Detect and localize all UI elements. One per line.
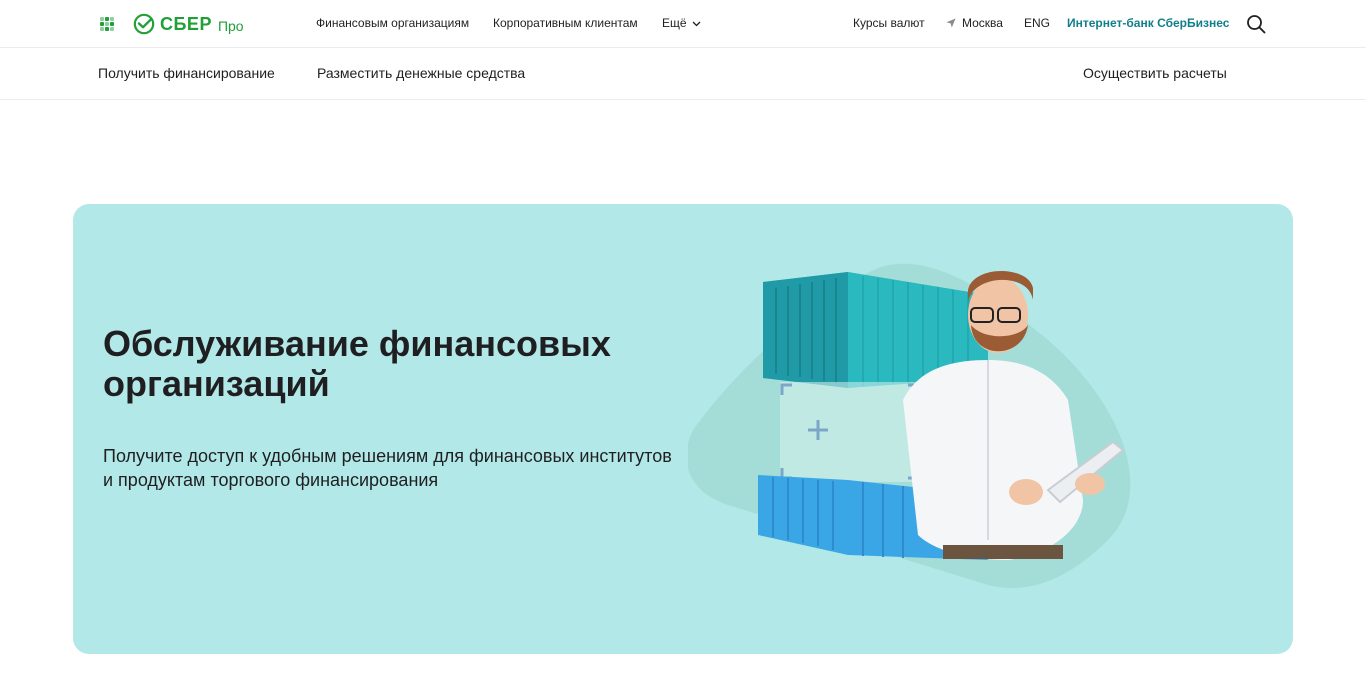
nav-financial-organizations[interactable]: Финансовым организациям (316, 16, 469, 30)
nav-exchange-rates[interactable]: Курсы валют (853, 16, 925, 30)
city-label: Москва (962, 16, 1003, 30)
hero-banner: Обслуживание финансовых организаций Полу… (73, 204, 1293, 654)
language-switch[interactable]: ENG (1024, 16, 1050, 30)
subnav-place-funds[interactable]: Разместить денежные средства (317, 65, 525, 81)
top-header: СБЕР Про Финансовым организациям Корпора… (0, 0, 1366, 48)
nav-corporate-clients[interactable]: Корпоративным клиентам (493, 16, 638, 30)
city-selector[interactable]: Москва (946, 16, 1003, 30)
subnav-make-settlements[interactable]: Осуществить расчеты (1083, 65, 1227, 81)
internet-bank-link[interactable]: Интернет-банк СберБизнес (1067, 16, 1229, 30)
subnav-get-financing[interactable]: Получить финансирование (98, 65, 275, 81)
search-button[interactable] (1246, 14, 1266, 34)
logo-subtext: Про (217, 17, 244, 34)
logo-text: СБЕР (160, 13, 212, 34)
hero-title: Обслуживание финансовых организаций (103, 323, 611, 404)
sber-logo-icon (133, 13, 155, 35)
sber-pro-logo[interactable]: СБЕР Про (133, 12, 244, 36)
search-icon (1247, 15, 1266, 34)
location-arrow-icon (946, 18, 956, 28)
hero-illustration (688, 263, 1131, 588)
nav-more-dropdown[interactable]: Ещё (662, 16, 701, 30)
nav-more-label: Ещё (662, 16, 687, 30)
chevron-down-icon (692, 21, 701, 27)
apps-grid-icon[interactable] (100, 17, 114, 31)
secondary-nav: Получить финансирование Разместить денеж… (0, 49, 1366, 100)
hero-subtitle: Получите доступ к удобным решениям для ф… (103, 446, 672, 490)
